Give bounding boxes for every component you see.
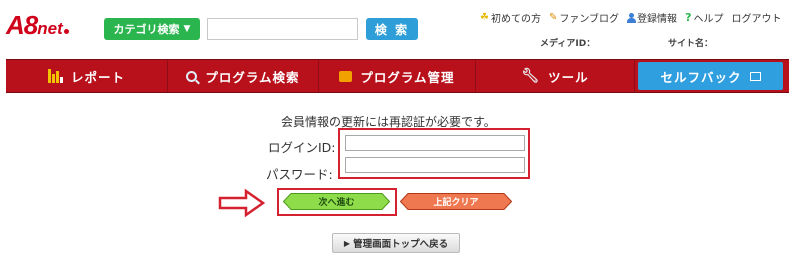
pen-icon: ✎ <box>548 12 558 23</box>
category-search-button[interactable]: カテゴリ検索 ▼ <box>104 18 200 40</box>
nav-item-label: プログラム管理 <box>360 69 455 85</box>
question-icon: ? <box>685 11 692 24</box>
main-nav: レポート プログラム検索 プログラム管理 🔧︎ ツール セルフバック <box>6 59 789 93</box>
nav-item-label: プログラム検索 <box>205 69 300 85</box>
logo-main: A8 <box>6 10 38 40</box>
bar-chart-icon <box>47 69 63 83</box>
top-link-logout[interactable]: ログアウト <box>731 10 781 25</box>
top-link-label: 登録情報 <box>637 14 678 25</box>
nav-item-selfback[interactable]: セルフバック <box>638 62 783 90</box>
top-link-help[interactable]: ? ヘルプ <box>685 10 723 25</box>
folder-icon <box>339 70 353 82</box>
logo-sub: net <box>37 19 63 38</box>
top-link-fanblog[interactable]: ✎ ファンブログ <box>549 10 619 25</box>
nav-item-tools[interactable]: 🔧︎ ツール <box>476 60 635 92</box>
sprout-icon: ☘ <box>480 12 489 23</box>
clear-button-label: 上記クリア <box>433 198 479 208</box>
wrench-icon: 🔧︎ <box>521 68 541 84</box>
top-link-label: 初めての方 <box>490 14 541 25</box>
back-button-label: 管理画面トップへ戻る <box>353 239 449 250</box>
top-link-registration[interactable]: 登録情報 <box>627 10 677 25</box>
site-name-label: サイト名： <box>668 39 714 49</box>
next-button[interactable]: 次へ進む <box>283 193 390 210</box>
back-to-top-button[interactable]: ▶ 管理画面トップへ戻る <box>332 233 460 253</box>
nav-item-label: レポート <box>70 69 125 85</box>
nav-item-program-search[interactable]: プログラム検索 <box>168 60 319 92</box>
arrow-right-icon <box>218 188 266 218</box>
password-label: パスワード: <box>266 167 333 182</box>
top-link-label: ヘルプ <box>693 14 724 25</box>
top-links: ☘ 初めての方 ✎ ファンブログ 登録情報 ? ヘルプ ログアウト <box>480 10 781 25</box>
top-link-beginner[interactable]: ☘ 初めての方 <box>480 10 541 25</box>
category-search-label: カテゴリ検索 <box>113 23 180 36</box>
window-icon <box>749 71 761 81</box>
top-link-label: ログアウト <box>731 14 782 25</box>
login-id-label: ログインID: <box>268 140 336 155</box>
media-id-label: メディアID： <box>540 39 596 49</box>
top-link-label: ファンブログ <box>559 14 620 25</box>
search-icon <box>186 70 198 82</box>
search-button[interactable]: 検 索 <box>366 18 418 40</box>
chevron-down-icon: ▼ <box>183 24 191 34</box>
logo-dot <box>63 29 69 34</box>
clear-button[interactable]: 上記クリア <box>400 193 512 210</box>
nav-item-label: ツール <box>548 69 589 85</box>
nav-item-report[interactable]: レポート <box>6 60 168 92</box>
a8net-logo[interactable]: A8net <box>6 10 69 41</box>
user-icon <box>627 12 637 23</box>
nav-item-program-manage[interactable]: プログラム管理 <box>319 60 476 92</box>
nav-item-label: セルフバック <box>660 69 742 85</box>
play-icon: ▶ <box>343 238 351 248</box>
next-button-label: 次へ進む <box>318 198 355 208</box>
search-input[interactable] <box>207 18 358 40</box>
input-highlight-box <box>338 128 530 179</box>
